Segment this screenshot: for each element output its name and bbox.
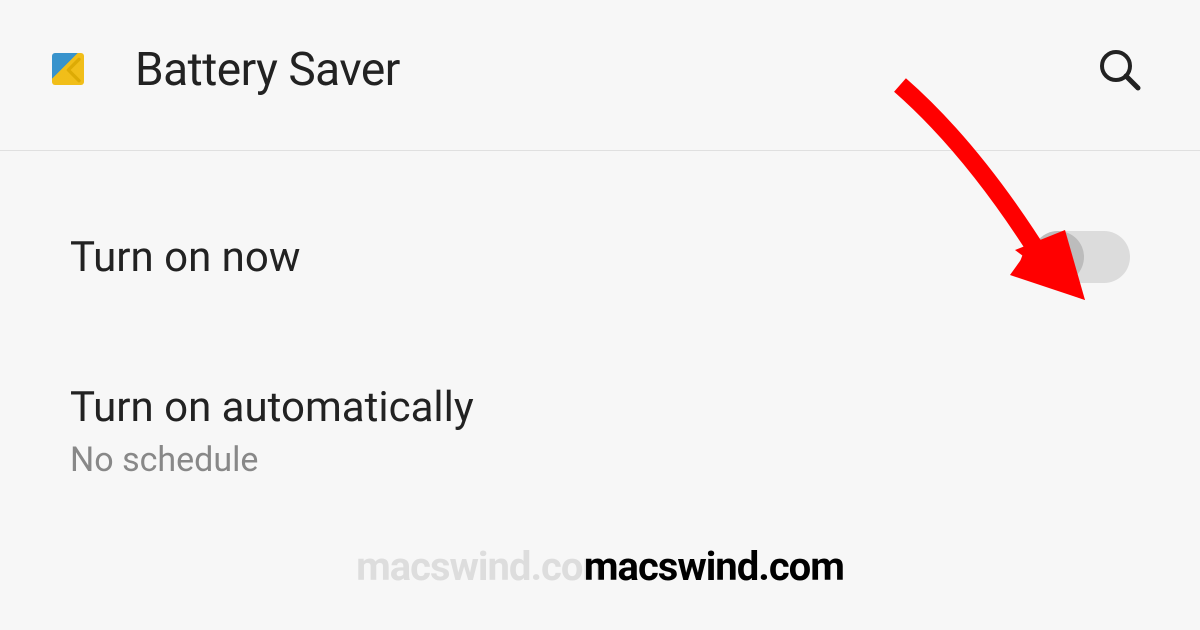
settings-content: Turn on now Turn on automatically No sch… (0, 151, 1200, 500)
toggle-knob-icon (1032, 231, 1084, 283)
turn-on-now-row[interactable]: Turn on now (70, 151, 1130, 323)
logo-overlay-icon (52, 53, 84, 85)
watermark-solid-text: macswind.com (584, 543, 844, 590)
turn-on-auto-row[interactable]: Turn on automatically No schedule (70, 323, 1130, 500)
search-icon (1096, 46, 1144, 94)
header-bar: Battery Saver (0, 0, 1200, 151)
watermark-faded-text: macswind.con (356, 543, 604, 590)
back-button[interactable] (50, 45, 100, 95)
watermark: macswind.con macswind.com (356, 543, 844, 590)
turn-on-now-toggle[interactable] (1032, 231, 1130, 283)
turn-on-auto-label: Turn on automatically (70, 383, 1130, 432)
turn-on-auto-sublabel: No schedule (70, 440, 1130, 480)
page-title: Battery Saver (135, 43, 400, 97)
search-button[interactable] (1090, 40, 1150, 100)
turn-on-now-label: Turn on now (70, 233, 300, 282)
